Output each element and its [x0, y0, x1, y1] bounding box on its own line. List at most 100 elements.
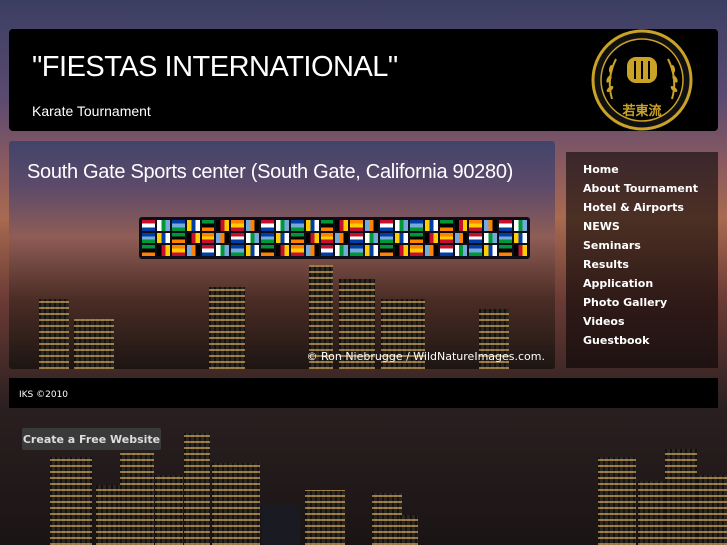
flag-tile [424, 232, 438, 244]
flag-tile [246, 245, 260, 256]
flag-tile [335, 232, 349, 244]
karate-fist-emblem-icon[interactable]: 若東流 [590, 29, 694, 131]
nav-item-seminars[interactable]: Seminars [583, 239, 641, 252]
flag-tile [514, 245, 527, 256]
site-title[interactable]: "FIESTAS INTERNATIONAL" [32, 51, 398, 84]
flag-tile [395, 220, 408, 231]
flag-tile [305, 245, 319, 256]
nav-item-news[interactable]: NEWS [583, 220, 620, 233]
nav-item-videos[interactable]: Videos [583, 315, 625, 328]
flag-tile [395, 245, 408, 256]
flag-tile [484, 220, 498, 231]
flag-tile [231, 220, 245, 231]
flag-tile [290, 245, 304, 256]
flag-tile [499, 220, 513, 231]
flag-tile [409, 245, 423, 256]
create-free-website-button[interactable]: Create a Free Website [22, 428, 161, 450]
flag-tile [350, 220, 364, 231]
logo-glyphs: 若東流 [622, 103, 662, 118]
flag-tile [201, 220, 215, 231]
flag-tile [514, 220, 527, 231]
flag-tile [171, 245, 185, 256]
flag-tile [216, 220, 230, 231]
flag-tile [290, 220, 304, 231]
flag-tile [186, 245, 200, 256]
nav-item-home[interactable]: Home [583, 163, 619, 176]
flag-tile [350, 245, 364, 256]
flag-tile [424, 245, 438, 256]
flag-tile [201, 232, 215, 244]
flag-tile [484, 232, 498, 244]
flag-tile [290, 232, 304, 244]
flag-tile [186, 232, 200, 244]
flag-tile [261, 220, 274, 231]
flag-tile [439, 220, 453, 231]
banner-title: South Gate Sports center (South Gate, Ca… [27, 161, 514, 183]
flag-tile [261, 245, 274, 256]
flag-tile [142, 220, 155, 231]
flag-tile [305, 220, 319, 231]
world-flags-strip [139, 217, 530, 259]
flag-tile [514, 232, 527, 244]
nav-item-application[interactable]: Application [583, 277, 653, 290]
flag-tile [380, 220, 394, 231]
flag-tile [320, 220, 334, 231]
flag-tile [424, 220, 438, 231]
site-footer: IKS ©2010 [9, 378, 718, 408]
flag-tile [380, 232, 394, 244]
flag-tile [499, 232, 513, 244]
site-slogan: Karate Tournament [32, 103, 151, 119]
flag-tile [246, 232, 260, 244]
nav-item-guestbook[interactable]: Guestbook [583, 334, 649, 347]
flag-tile [395, 232, 408, 244]
flag-tile [275, 220, 289, 231]
flag-tile [439, 245, 453, 256]
hero-banner: South Gate Sports center (South Gate, Ca… [9, 141, 555, 369]
flag-tile [365, 232, 379, 244]
flag-tile [201, 245, 215, 256]
flag-tile [350, 232, 364, 244]
flag-tile [469, 220, 483, 231]
site-header: "FIESTAS INTERNATIONAL" Karate Tournamen… [9, 29, 718, 131]
flag-tile [320, 232, 334, 244]
main-navigation: Home About Tournament Hotel & Airports N… [566, 152, 718, 368]
flag-tile [246, 220, 260, 231]
nav-item-about-tournament[interactable]: About Tournament [583, 182, 698, 195]
flag-tile [275, 232, 289, 244]
flag-tile [216, 232, 230, 244]
flag-tile [261, 232, 274, 244]
flag-tile [499, 245, 513, 256]
flag-tile [484, 245, 498, 256]
flag-tile [380, 245, 394, 256]
flag-tile [156, 245, 170, 256]
nav-item-photo-gallery[interactable]: Photo Gallery [583, 296, 667, 309]
flag-tile [156, 232, 170, 244]
flag-tile [335, 220, 349, 231]
nav-item-results[interactable]: Results [583, 258, 629, 271]
flag-tile [469, 232, 483, 244]
flag-tile [156, 220, 170, 231]
flag-tile [231, 232, 245, 244]
flag-tile [171, 220, 185, 231]
flag-tile [469, 245, 483, 256]
flag-tile [365, 220, 379, 231]
flag-tile [454, 220, 468, 231]
flag-tile [409, 232, 423, 244]
flag-tile [439, 232, 453, 244]
flag-tile [216, 245, 230, 256]
flag-tile [454, 232, 468, 244]
flag-tile [320, 245, 334, 256]
flag-tile [335, 245, 349, 256]
flag-tile [231, 245, 245, 256]
flag-tile [142, 245, 155, 256]
flag-tile [186, 220, 200, 231]
flag-tile [275, 245, 289, 256]
city-skyline-background [0, 400, 727, 545]
nav-item-hotel-airports[interactable]: Hotel & Airports [583, 201, 684, 214]
flag-tile [305, 232, 319, 244]
flag-tile [365, 245, 379, 256]
flag-tile [142, 232, 155, 244]
photo-credit: © Ron Niebrugge / WildNatureImages.com. [306, 350, 545, 363]
flag-tile [171, 232, 185, 244]
flag-tile [454, 245, 468, 256]
